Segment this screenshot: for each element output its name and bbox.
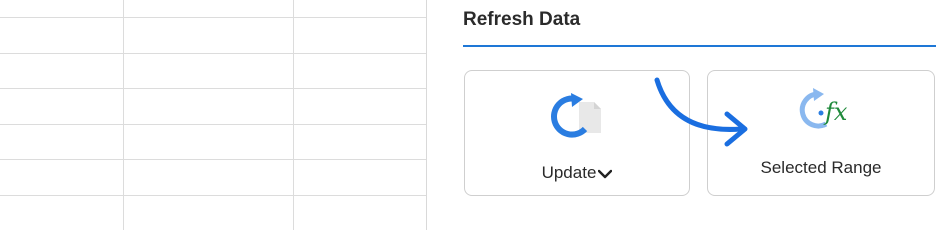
- svg-text:fx: fx: [823, 98, 848, 126]
- curved-arrow-icon: [654, 77, 748, 147]
- grid-row-line: [0, 53, 426, 54]
- spreadsheet-grid[interactable]: [0, 0, 427, 230]
- update-label: Update: [465, 163, 689, 183]
- title-underline: [463, 45, 936, 47]
- grid-row-line: [0, 159, 426, 160]
- grid-row-line: [0, 88, 426, 89]
- update-label-text: Update: [541, 163, 597, 182]
- grid-row-line: [0, 124, 426, 125]
- refresh-data-panel: Refresh Data Update fx Selected Range: [427, 0, 952, 230]
- refresh-document-icon: [551, 93, 601, 138]
- chevron-down-icon[interactable]: [598, 169, 613, 179]
- panel-title: Refresh Data: [463, 9, 581, 30]
- grid-row-line: [0, 195, 426, 196]
- refresh-formula-icon: fx: [799, 88, 848, 129]
- grid-row-line: [0, 17, 426, 18]
